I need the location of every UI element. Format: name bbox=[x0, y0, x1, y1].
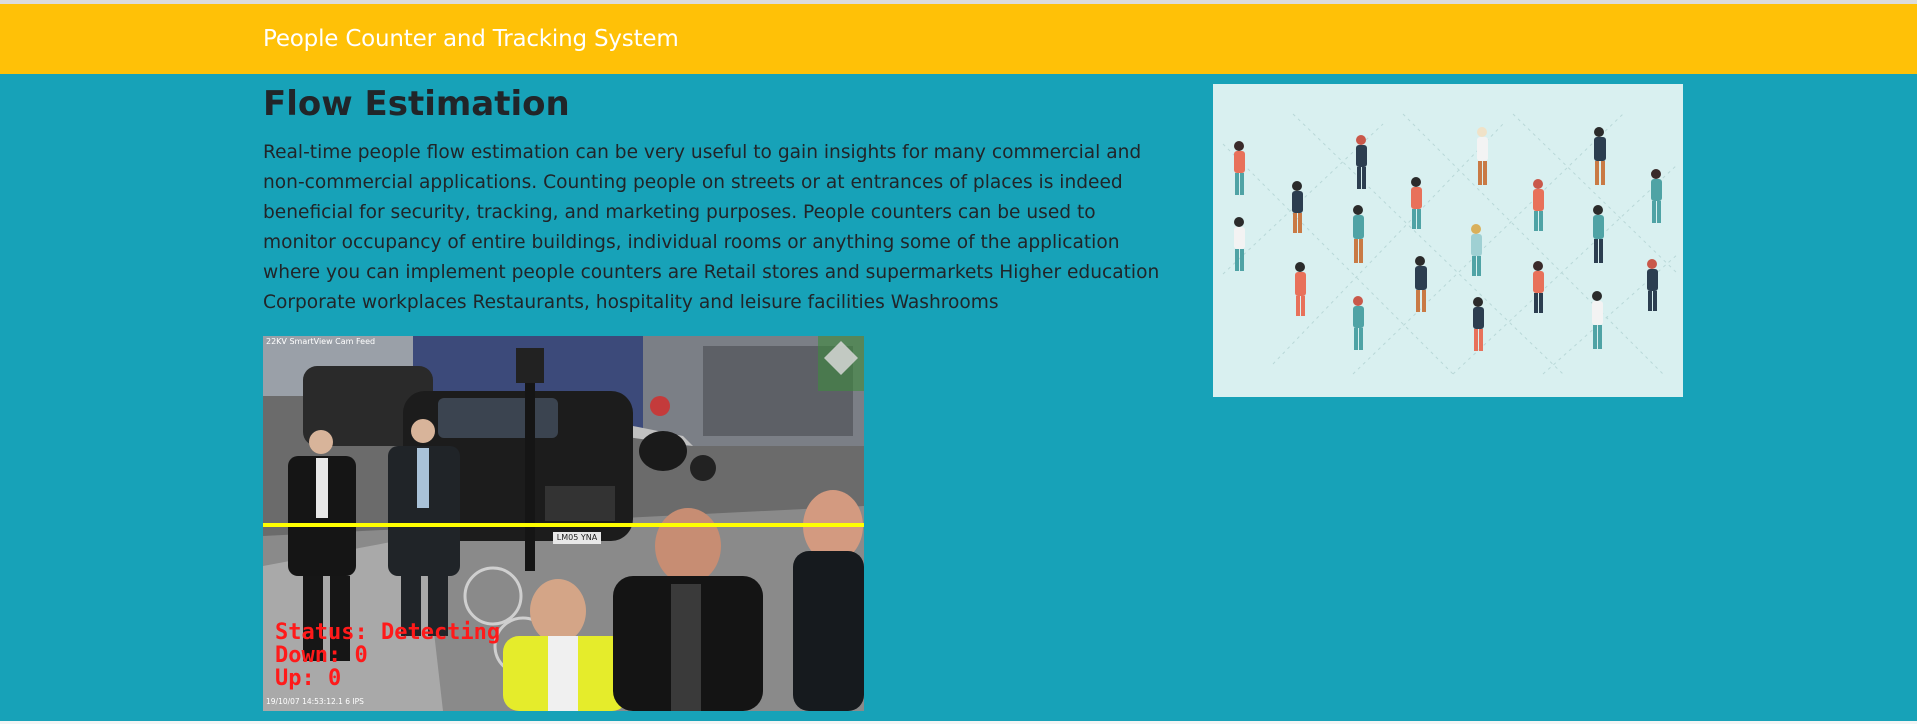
crowd-illustration bbox=[1213, 84, 1683, 397]
overlay-down-count: Down: 0 bbox=[275, 643, 368, 668]
crowd-illustration-image bbox=[1222, 113, 1679, 375]
overlay-status: Status: Detecting bbox=[275, 620, 501, 645]
camera-label: 22KV SmartView Cam Feed bbox=[266, 337, 376, 346]
license-plate: LM05 YNA bbox=[553, 532, 601, 544]
video-feed: 22KV SmartView Cam Feed LM05 YNA Status:… bbox=[263, 336, 864, 711]
description-text: Real-time people flow estimation can be … bbox=[263, 142, 1160, 313]
video-timestamp: 19/10/07 14:53:12.1 6 IPS bbox=[266, 697, 364, 706]
navbar: People Counter and Tracking System bbox=[0, 4, 1917, 74]
main-content: Flow Estimation Real-time people flow es… bbox=[0, 74, 1917, 721]
page-title: Flow Estimation bbox=[263, 84, 570, 124]
brand-link[interactable]: People Counter and Tracking System bbox=[263, 26, 679, 52]
overlay-up-count: Up: 0 bbox=[275, 666, 342, 691]
